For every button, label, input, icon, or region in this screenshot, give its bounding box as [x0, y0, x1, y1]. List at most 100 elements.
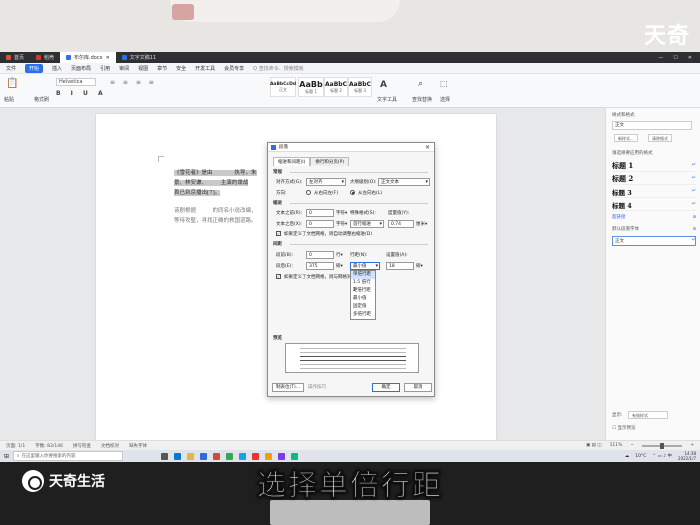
after-text-unit[interactable]: 字符▾	[336, 221, 347, 227]
select-icon[interactable]: ⬚	[440, 79, 448, 88]
proofread[interactable]: 文档校对	[101, 443, 119, 449]
alignment-select[interactable]: 左对齐	[306, 178, 346, 186]
app-icon[interactable]	[239, 452, 247, 460]
current-style-field[interactable]: 正文	[612, 121, 692, 130]
tab-home[interactable]: 首页	[0, 52, 30, 63]
word-count[interactable]: 字数: 83/146	[35, 443, 63, 449]
font-format-buttons[interactable]: B I U A	[56, 90, 107, 97]
menu-home[interactable]: 开始	[25, 63, 44, 73]
clear-format-button[interactable]: 清除格式	[648, 134, 672, 142]
format-painter-label[interactable]: 格式刷	[34, 96, 49, 103]
after-spacing-input[interactable]: 375	[306, 262, 334, 270]
show-preview-checkbox[interactable]: ☐ 显示预览	[612, 425, 635, 431]
option-one-half-spacing[interactable]: 1.5 倍行距	[351, 279, 375, 293]
outline-level-select[interactable]: 正文文本	[378, 178, 430, 186]
edge-icon[interactable]	[174, 452, 182, 460]
close-icon[interactable]: ✕	[688, 55, 692, 61]
ok-button[interactable]: 确定	[372, 383, 400, 392]
paste-icon[interactable]: 📋	[6, 78, 18, 89]
option-exactly[interactable]: 固定值	[351, 303, 375, 311]
zoom-out-icon[interactable]: −	[630, 443, 634, 448]
setting-value-unit[interactable]: 磅▾	[416, 263, 423, 269]
menu-reference[interactable]: 引用	[100, 65, 110, 72]
tabs-button[interactable]: 制表位(T)...	[272, 383, 304, 392]
cancel-button[interactable]: 取消	[404, 383, 432, 392]
ltr-radio[interactable]	[350, 190, 355, 195]
text-tools-label[interactable]: 文字工具	[377, 96, 397, 103]
task-view-icon[interactable]	[161, 452, 169, 460]
menu-security[interactable]: 安全	[176, 65, 186, 72]
folder-icon[interactable]	[187, 452, 195, 460]
tab-indent-spacing[interactable]: 缩进和间距(I)	[273, 157, 311, 166]
menu-layout[interactable]: 页面布局	[71, 65, 91, 72]
measure-input[interactable]: 0.74	[388, 220, 414, 228]
wps-icon[interactable]	[213, 452, 221, 460]
pane-style-body-selected[interactable]: 正文	[612, 236, 696, 246]
menu-view[interactable]: 视图	[138, 65, 148, 72]
menu-section[interactable]: 章节	[157, 65, 167, 72]
after-spacing-unit[interactable]: 磅▾	[336, 263, 343, 269]
special-format-select[interactable]: 首行缩进	[350, 220, 384, 228]
store-icon[interactable]	[200, 452, 208, 460]
taskbar-search[interactable]: ⌕ 在这里输入你要搜索的内容	[13, 451, 124, 461]
show-select[interactable]: 有效样式	[628, 411, 668, 419]
style-heading-1[interactable]: AaBb 标题 1	[298, 77, 324, 97]
option-single-spacing[interactable]: 单倍行距	[351, 271, 375, 279]
command-search[interactable]: Q 查找命令、搜索模板	[253, 65, 304, 72]
maximize-icon[interactable]: ☐	[673, 55, 677, 61]
pane-style-heading-3[interactable]: 标题 3	[612, 187, 632, 197]
select-label[interactable]: 选择	[440, 96, 450, 103]
chrome-icon[interactable]	[226, 452, 234, 460]
tab-document-2[interactable]: 文字文稿11	[116, 52, 162, 63]
pane-style-default-font[interactable]: 默认段落字体	[612, 226, 639, 232]
tab-line-page-breaks[interactable]: 换行和分页(P)	[310, 157, 350, 166]
menu-developer[interactable]: 开发工具	[195, 65, 215, 72]
zoom-slider[interactable]	[642, 442, 683, 449]
menu-review[interactable]: 审阅	[119, 65, 129, 72]
before-text-unit[interactable]: 字符▾	[336, 210, 347, 216]
view-icons[interactable]: ▣ ▤ ◫	[586, 443, 602, 448]
auto-indent-checkbox[interactable]: ✓	[276, 231, 281, 236]
zoom-in-icon[interactable]: +	[690, 443, 694, 448]
before-text-input[interactable]: 0	[306, 209, 334, 217]
clock[interactable]: 14:38 2022/1/7	[678, 451, 696, 461]
minimize-icon[interactable]: —	[658, 55, 663, 61]
new-style-button[interactable]: 新样式...	[614, 134, 638, 142]
style-heading-3[interactable]: AaBbC 标题 3	[348, 77, 372, 97]
tab-docer[interactable]: 稻壳	[30, 52, 60, 63]
setting-value-input[interactable]: 18	[386, 262, 414, 270]
option-multiple[interactable]: 多倍行距	[351, 311, 375, 319]
text-tools-icon[interactable]: A	[380, 80, 387, 90]
app-icon[interactable]	[252, 452, 260, 460]
windows-start-icon[interactable]: ⊞	[4, 453, 9, 460]
find-replace-label[interactable]: 查找替换	[412, 96, 432, 103]
measure-unit[interactable]: 厘米▾	[416, 221, 427, 227]
pane-style-heading-2[interactable]: 标题 2	[612, 174, 633, 184]
grid-align-checkbox[interactable]: ✓	[276, 274, 281, 279]
after-text-input[interactable]: 0	[306, 220, 334, 228]
pane-style-hyperlink[interactable]: 超链接	[612, 214, 626, 220]
option-at-least[interactable]: 最小值	[351, 295, 375, 303]
tray-icons[interactable]: ⌃ ▭ ♪ 中	[652, 453, 672, 459]
style-heading-2[interactable]: AaBbC 标题 2	[324, 77, 348, 97]
line-spacing-select[interactable]: 最小值	[350, 262, 380, 270]
before-spacing-input[interactable]: 0	[306, 251, 334, 259]
font-name-select[interactable]: Helvetica	[56, 78, 96, 86]
search-icon[interactable]: ⌕	[418, 79, 423, 89]
app-icon[interactable]	[278, 452, 286, 460]
close-icon[interactable]: ✕	[425, 144, 434, 151]
app-icon[interactable]	[265, 452, 273, 460]
rtl-radio[interactable]	[306, 190, 311, 195]
menu-file[interactable]: 文件	[6, 65, 16, 72]
pane-style-heading-1[interactable]: 标题 1	[612, 161, 633, 171]
menu-insert[interactable]: 插入	[52, 65, 62, 72]
paragraph-tools[interactable]: ≡ ≡ ≡ ≡	[110, 79, 157, 86]
pane-style-heading-4[interactable]: 标题 4	[612, 200, 632, 210]
before-spacing-unit[interactable]: 行▾	[336, 252, 343, 258]
missing-font[interactable]: 缺失字体	[129, 443, 147, 449]
menu-member[interactable]: 会员专享	[224, 65, 244, 72]
spell-check[interactable]: 拼写检查	[73, 443, 91, 449]
tips-link[interactable]: 操作技巧	[308, 384, 326, 390]
app-icon[interactable]	[291, 452, 299, 460]
paste-label[interactable]: 粘贴	[4, 96, 14, 103]
